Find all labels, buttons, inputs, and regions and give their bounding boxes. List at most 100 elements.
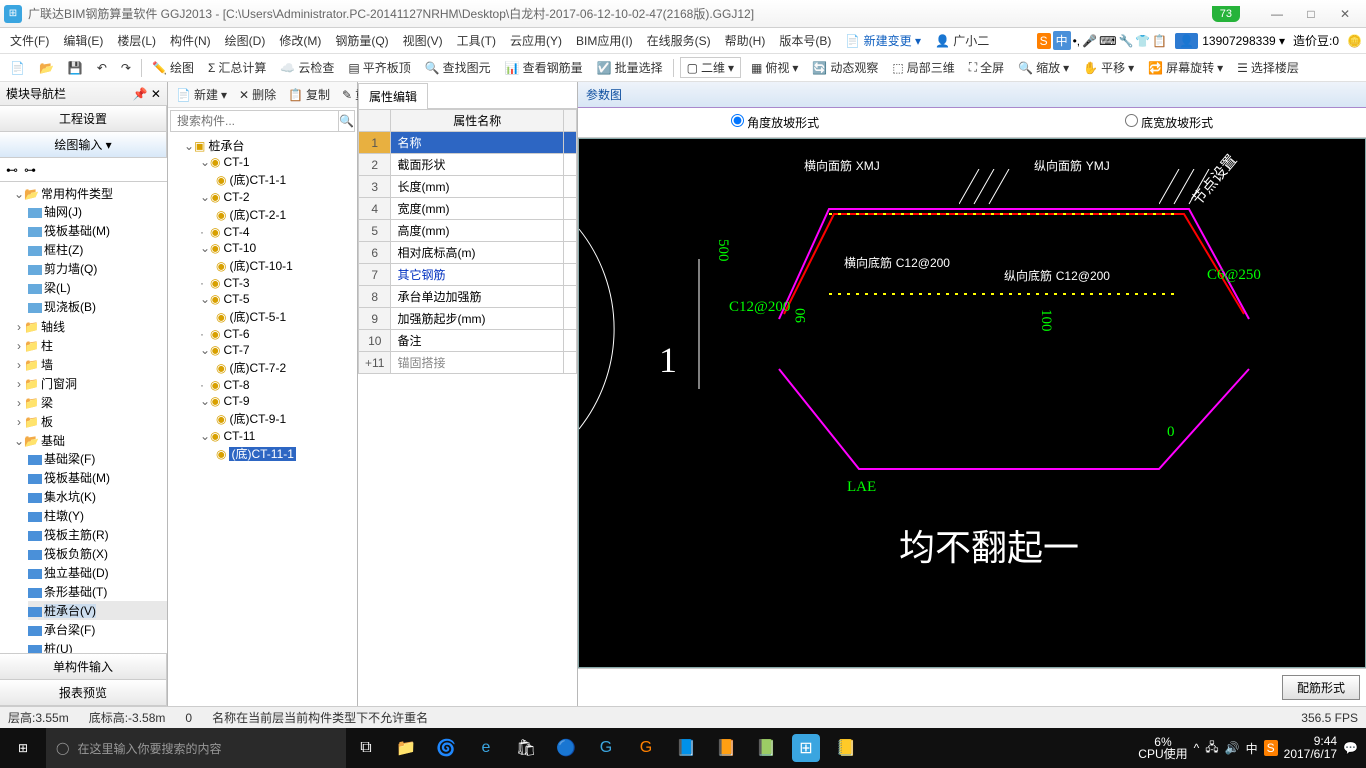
label-c12-left: C12@200 (729, 299, 790, 316)
view-rebar-button[interactable]: 📊查看钢筋量 (501, 57, 587, 78)
title-bar: ⊞ 广联达BIM钢筋算量软件 GGJ2013 - [C:\Users\Admin… (0, 0, 1366, 28)
task-app-7[interactable]: 📙 (712, 734, 740, 762)
label-big-text: 均不翻起一 (899, 519, 1079, 571)
task-edge-icon[interactable]: e (472, 734, 500, 762)
expand-icon[interactable]: ⊷ (6, 163, 18, 177)
diagram-canvas[interactable]: 500 C12@200 横向面筋 XMJ 纵向面筋 YMJ 横向底筋 C12@2… (578, 138, 1366, 668)
menu-version[interactable]: 版本号(B) (773, 29, 837, 52)
collapse-icon[interactable]: ⊶ (24, 163, 36, 177)
task-app-2[interactable]: 🌀 (432, 734, 460, 762)
bird-button[interactable]: ▦ 俯视 ▾ (747, 57, 802, 78)
new-change-button[interactable]: 📄 新建变更 ▾ (839, 29, 927, 52)
new-file-icon[interactable]: 📄 (6, 59, 29, 77)
category-tree[interactable]: ⌄📂常用构件类型 轴网(J) 筏板基础(M) 框柱(Z) 剪力墙(Q) 梁(L)… (0, 182, 167, 654)
menu-file[interactable]: 文件(F) (4, 29, 55, 52)
menu-rebar[interactable]: 钢筋量(Q) (329, 29, 394, 52)
status-zero: 0 (185, 711, 192, 725)
tab-property-edit[interactable]: 属性编辑 (358, 83, 428, 109)
radio-width[interactable]: 底宽放坡形式 (972, 114, 1366, 131)
task-app-4[interactable]: G (592, 734, 620, 762)
label-c6: C6@250 (1207, 267, 1261, 284)
taskbar-search[interactable]: ◯ 在这里输入你要搜索的内容 (46, 728, 346, 768)
property-panel: 属性编辑 属性名称 1名称2截面形状3长度(mm)4宽度(mm)5高度(mm)6… (358, 82, 578, 706)
delete-button[interactable]: ✕删除 (235, 84, 280, 105)
tray-sogou[interactable]: S (1264, 740, 1278, 756)
local3d-button[interactable]: ⬚ 局部三维 (888, 57, 958, 78)
batch-button[interactable]: ☑️批量选择 (593, 57, 667, 78)
new-button[interactable]: 📄新建▾ (172, 84, 231, 105)
label-lae: LAE (847, 479, 876, 496)
select-floor-button[interactable]: ☰ 选择楼层 (1233, 57, 1303, 78)
tray-notifications-icon[interactable]: 💬 (1343, 741, 1358, 755)
status-fps: 356.5 FPS (1301, 711, 1358, 725)
find-button[interactable]: 🔍查找图元 (421, 57, 495, 78)
ime-bar[interactable]: S 中 •,🎤⌨🔧👕📋 (1037, 31, 1168, 50)
maximize-icon[interactable]: □ (1294, 4, 1328, 24)
tab-draw-input[interactable]: 绘图输入 ▾ (0, 131, 167, 158)
task-app-5[interactable]: G (632, 734, 660, 762)
menu-component[interactable]: 构件(N) (164, 29, 217, 52)
menu-floor[interactable]: 楼层(L) (111, 29, 162, 52)
flat-button[interactable]: ▤ 平齐板顶 (344, 57, 414, 78)
menu-online[interactable]: 在线服务(S) (641, 29, 717, 52)
close-icon[interactable]: ✕ (1328, 4, 1362, 24)
task-store-icon[interactable]: 🛍 (512, 734, 540, 762)
menu-view[interactable]: 视图(V) (397, 29, 449, 52)
badge-73[interactable]: 73 (1212, 6, 1240, 22)
rebar-form-button[interactable]: 配筋形式 (1282, 675, 1360, 700)
property-table[interactable]: 属性名称 1名称2截面形状3长度(mm)4宽度(mm)5高度(mm)6相对底标高… (358, 109, 577, 706)
redo-icon[interactable]: ↷ (117, 59, 135, 77)
tray-vol-icon[interactable]: 🔊 (1225, 741, 1240, 755)
copy-button[interactable]: 📋复制 (284, 84, 334, 105)
cloud-check-button[interactable]: ☁️云检查 (276, 57, 338, 78)
menu-cloud[interactable]: 云应用(Y) (504, 29, 568, 52)
task-view-icon[interactable]: ⧉ (352, 734, 380, 762)
task-app-6[interactable]: 📘 (672, 734, 700, 762)
start-button[interactable]: ⊞ (0, 728, 46, 768)
menu-modify[interactable]: 修改(M) (273, 29, 327, 52)
zoom-button[interactable]: 🔍缩放 ▾ (1014, 57, 1073, 78)
coin-label[interactable]: 造价豆:0 (1293, 32, 1339, 49)
fullscreen-button[interactable]: ⛶ 全屏 (965, 57, 1008, 78)
menu-bim[interactable]: BIM应用(I) (570, 29, 639, 52)
tab-single-input[interactable]: 单构件输入 (0, 653, 167, 680)
component-tree[interactable]: ⌄▣桩承台 ⌄◉CT-1◉(底)CT-1-1⌄◉CT-2◉(底)CT-2-1·◉… (168, 134, 357, 706)
tray-up-icon[interactable]: ^ (1194, 741, 1200, 755)
phone-label[interactable]: 👤13907298339 ▾ (1175, 34, 1285, 48)
tab-project-settings[interactable]: 工程设置 (0, 105, 167, 132)
sum-button[interactable]: Σ 汇总计算 (204, 57, 270, 78)
search-input[interactable] (171, 111, 338, 131)
save-icon[interactable]: 💾 (64, 59, 87, 77)
task-app-9[interactable]: 📒 (832, 734, 860, 762)
coin-icon: 🪙 (1347, 34, 1362, 48)
tray-clock[interactable]: 9:442017/6/17 (1284, 735, 1337, 761)
task-app-active[interactable]: ⊞ (792, 734, 820, 762)
main-area: 模块导航栏 📌 ✕ 工程设置 绘图输入 ▾ ⊷ ⊶ ⌄📂常用构件类型 轴网(J)… (0, 82, 1366, 706)
menu-help[interactable]: 帮助(H) (719, 29, 772, 52)
tray-ime[interactable]: 中 (1246, 740, 1258, 757)
undo-icon[interactable]: ↶ (93, 59, 111, 77)
pan-button[interactable]: ✋平移 ▾ (1079, 57, 1138, 78)
dim-select[interactable]: ▢ 二维 ▾ (680, 57, 741, 78)
user-short[interactable]: 👤 广小二 (929, 29, 995, 52)
menu-tools[interactable]: 工具(T) (451, 29, 502, 52)
nav-toolstrip: ⊷ ⊶ (0, 158, 167, 182)
tab-report-preview[interactable]: 报表预览 (0, 679, 167, 706)
open-file-icon[interactable]: 📂 (35, 59, 58, 77)
diagram-title: 参数图 (578, 82, 1366, 108)
dynamic-button[interactable]: 🔄动态观察 (808, 57, 882, 78)
draw-button[interactable]: ✏️绘图 (148, 57, 198, 78)
radio-angle[interactable]: 角度放坡形式 (578, 114, 972, 131)
tray-net-icon[interactable]: 🖧 (1205, 738, 1218, 759)
search-icon[interactable]: 🔍 (338, 111, 354, 131)
system-tray[interactable]: 6%CPU使用 ^ 🖧 🔊 中 S 9:442017/6/17 💬 (1138, 735, 1366, 761)
task-app-3[interactable]: 🔵 (552, 734, 580, 762)
menu-draw[interactable]: 绘图(D) (219, 29, 272, 52)
task-app-8[interactable]: 📗 (752, 734, 780, 762)
menu-edit[interactable]: 编辑(E) (57, 29, 109, 52)
rotate-button[interactable]: 🔁屏幕旋转 ▾ (1144, 57, 1227, 78)
status-bottom: 底标高:-3.58m (89, 709, 166, 726)
pin-icon[interactable]: 📌 ✕ (133, 87, 161, 101)
task-app-1[interactable]: 📁 (392, 734, 420, 762)
minimize-icon[interactable]: — (1260, 4, 1294, 24)
